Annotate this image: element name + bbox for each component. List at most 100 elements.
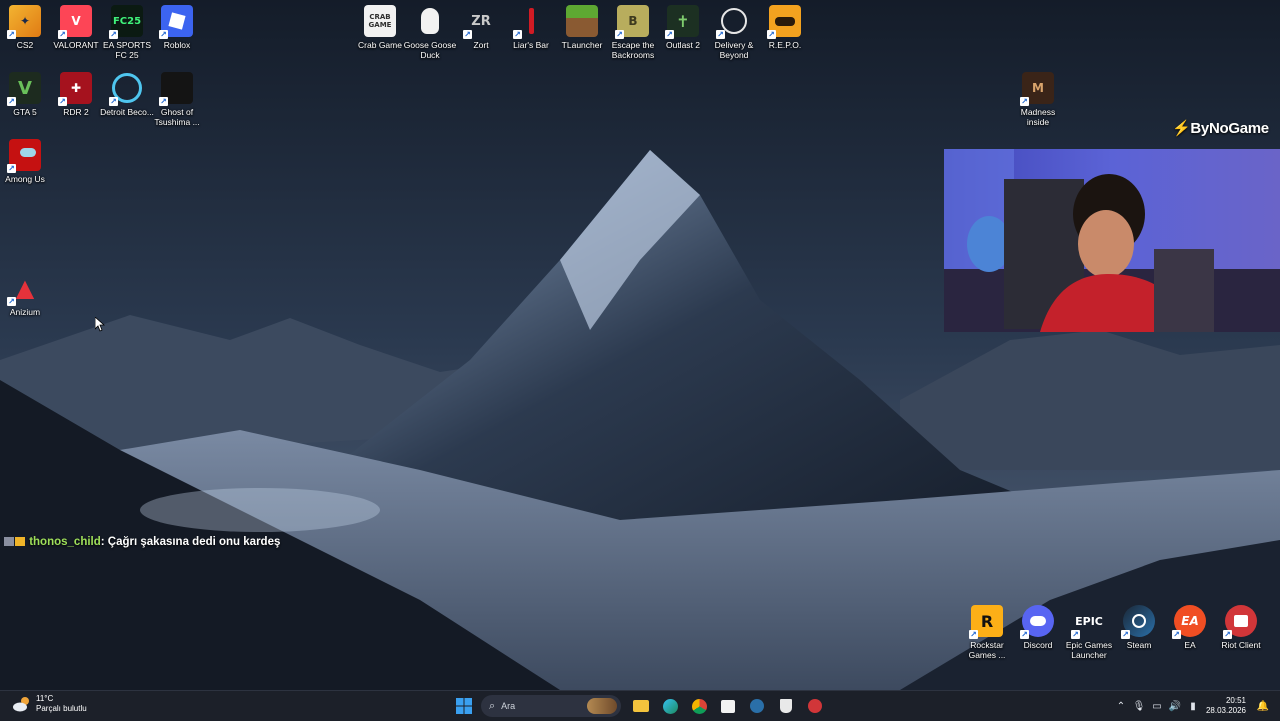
desktop-icon-label: EA <box>1184 640 1196 650</box>
desktop-icon-label: Discord <box>1023 640 1053 650</box>
valorant-icon: V ↗ <box>58 5 92 39</box>
chrome-icon <box>691 698 707 714</box>
gta5-logo-text: V <box>18 77 32 99</box>
desktop-icon-repo[interactable]: ↗ R.E.P.O. <box>756 5 814 50</box>
epic-taskbar-button[interactable] <box>774 694 798 718</box>
desktop-icon-anizium[interactable]: ▲ ↗ Anizium <box>0 272 54 317</box>
microphone-icon[interactable]: 🎙 <box>1130 694 1148 718</box>
store-button[interactable] <box>716 694 740 718</box>
gta5-icon: V ↗ <box>7 72 41 106</box>
riot-taskbar-button[interactable] <box>803 694 827 718</box>
cs2-icon: ✦ ↗ <box>7 5 41 39</box>
epic-taskbar-icon <box>780 699 792 713</box>
desktop-icon-label: TLauncher <box>561 40 603 50</box>
desktop-icon-label: VALORANT <box>53 40 99 50</box>
epic-logo-text: EPIC <box>1075 614 1103 628</box>
desktop-icon-rockstar-games[interactable]: R ↗ Rockstar Games ... <box>958 605 1016 660</box>
desktop-icon-discord[interactable]: ↗ Discord <box>1009 605 1067 650</box>
desktop-icon-label: Riot Client <box>1221 640 1261 650</box>
file-explorer-button[interactable] <box>629 694 653 718</box>
zort-logo-text: ZR <box>471 13 491 29</box>
rockstar-icon: R ↗ <box>969 605 1003 639</box>
epic-games-icon: EPIC ↗ <box>1071 614 1103 639</box>
rockstar-logo-text: R <box>980 611 994 631</box>
steam-taskbar-button[interactable] <box>745 694 769 718</box>
among-us-icon: ↗ <box>7 139 41 173</box>
desktop-icon-cs2[interactable]: ✦ ↗ CS2 <box>0 5 54 50</box>
store-icon <box>721 699 735 713</box>
desktop-icon-roblox[interactable]: ↗ Roblox <box>148 5 206 50</box>
desktop-icon-liars-bar[interactable]: ↗ Liar's Bar <box>502 5 560 50</box>
notification-bell-icon[interactable]: 🔔 <box>1254 694 1272 718</box>
desktop-icon-among-us[interactable]: ↗ Among Us <box>0 139 54 184</box>
system-tray: ⌃ 🎙 ▭ 🔊 ▮ 20:51 28.03.2026 🔔 <box>1112 694 1272 718</box>
desktop-icon-madness-inside[interactable]: M ↗ Madness inside <box>1009 72 1067 127</box>
weather-description: Parçalı bulutlu <box>36 704 87 713</box>
steam-taskbar-icon <box>750 699 764 713</box>
discord-icon: ↗ <box>1020 605 1054 639</box>
desktop-icon-valorant[interactable]: V ↗ VALORANT <box>47 5 105 50</box>
clock-date: 28.03.2026 <box>1205 706 1246 715</box>
weather-temperature: 11°C <box>36 694 54 703</box>
search-icon: ⌕ <box>489 699 496 712</box>
desktop-icon-rdr2[interactable]: ✚ ↗ RDR 2 <box>47 72 105 117</box>
crab-game-icon: CRAB GAME <box>364 5 396 37</box>
ghost-of-tsushima-icon: ↗ <box>159 72 193 106</box>
desktop-icon-tlauncher[interactable]: TLauncher <box>553 5 611 50</box>
desktop-icon-goose-goose-duck[interactable]: Goose Goose Duck <box>401 5 459 60</box>
rdr2-icon: ✚ ↗ <box>58 72 92 106</box>
battery-icon[interactable]: ▮ <box>1184 694 1202 718</box>
ea-logo-text: EA <box>1181 614 1199 628</box>
desktop-icon-label: Liar's Bar <box>513 40 549 50</box>
desktop-icon-steam[interactable]: ↗ Steam <box>1110 605 1168 650</box>
start-button[interactable] <box>452 694 476 718</box>
bynogame-logo-icon: ⚡ <box>1172 120 1191 137</box>
crown-badge-icon <box>15 537 25 547</box>
bynogame-brand: ⚡ByNoGame <box>1172 119 1269 137</box>
taskbar-clock[interactable]: 20:51 28.03.2026 <box>1206 696 1246 716</box>
desktop-icon-outlast-2[interactable]: ✝ ↗ Outlast 2 <box>654 5 712 50</box>
desktop-icon-label: Delivery & Beyond <box>714 40 754 60</box>
tray-overflow-chevron-icon[interactable]: ⌃ <box>1112 694 1130 718</box>
weather-widget[interactable]: 11°C Parçalı bulutlu <box>12 694 87 714</box>
desktop-icon-label: Steam <box>1126 640 1152 650</box>
desktop-icon-ea[interactable]: EA ↗ EA <box>1161 605 1219 650</box>
ea-icon: EA ↗ <box>1172 605 1206 639</box>
desktop-icon-ghost-of-tsushima[interactable]: ↗ Ghost of Tsushima ... <box>148 72 206 127</box>
madness-inside-icon: M ↗ <box>1020 72 1054 106</box>
taskbar: 11°C Parçalı bulutlu ⌕ Ara ⌃ 🎙 ▭ 🔊 ▮ 20:… <box>0 690 1280 721</box>
mouse-cursor-icon <box>95 317 105 332</box>
taskbar-search[interactable]: ⌕ Ara <box>481 695 621 717</box>
liars-bar-icon: ↗ <box>513 5 547 39</box>
desktop-icon-label: RDR 2 <box>63 107 89 117</box>
volume-icon[interactable]: 🔊 <box>1166 694 1184 718</box>
fc25-logo-text: FC25 <box>112 15 142 27</box>
desktop-icon-label: Goose Goose Duck <box>403 40 457 60</box>
windows-logo-icon <box>456 698 472 714</box>
riot-taskbar-icon <box>808 699 822 713</box>
clock-time: 20:51 <box>1225 696 1246 705</box>
taskbar-center: ⌕ Ara <box>452 694 832 718</box>
chat-badges <box>4 536 26 548</box>
desktop-icon-label: Ghost of Tsushima ... <box>154 107 200 127</box>
desktop-icon-riot-client[interactable]: ↗ Riot Client <box>1212 605 1270 650</box>
network-icon[interactable]: ▭ <box>1148 694 1166 718</box>
desktop-icon-label: Anizium <box>9 307 41 317</box>
goose-icon <box>414 5 446 37</box>
desktop-icon-gta5[interactable]: V ↗ GTA 5 <box>0 72 54 117</box>
edge-button[interactable] <box>658 694 682 718</box>
desktop-icon-label: Among Us <box>5 174 45 184</box>
desktop-icon-label: GTA 5 <box>13 107 37 117</box>
folder-icon <box>633 700 649 712</box>
chrome-button[interactable] <box>687 694 711 718</box>
desktop-icon-label: Madness inside <box>1020 107 1056 127</box>
desktop-icon-label: R.E.P.O. <box>768 40 802 50</box>
webcam-overlay <box>944 149 1280 332</box>
delivery-beyond-icon: ↗ <box>716 5 750 39</box>
desktop-icon-delivery-and-beyond[interactable]: ↗ Delivery & Beyond <box>705 5 763 60</box>
roblox-icon: ↗ <box>159 5 193 39</box>
desktop-icon-label: Rockstar Games ... <box>968 640 1006 660</box>
steam-icon: ↗ <box>1121 605 1155 639</box>
riot-client-icon: ↗ <box>1223 605 1257 639</box>
partly-cloudy-icon <box>13 697 29 712</box>
